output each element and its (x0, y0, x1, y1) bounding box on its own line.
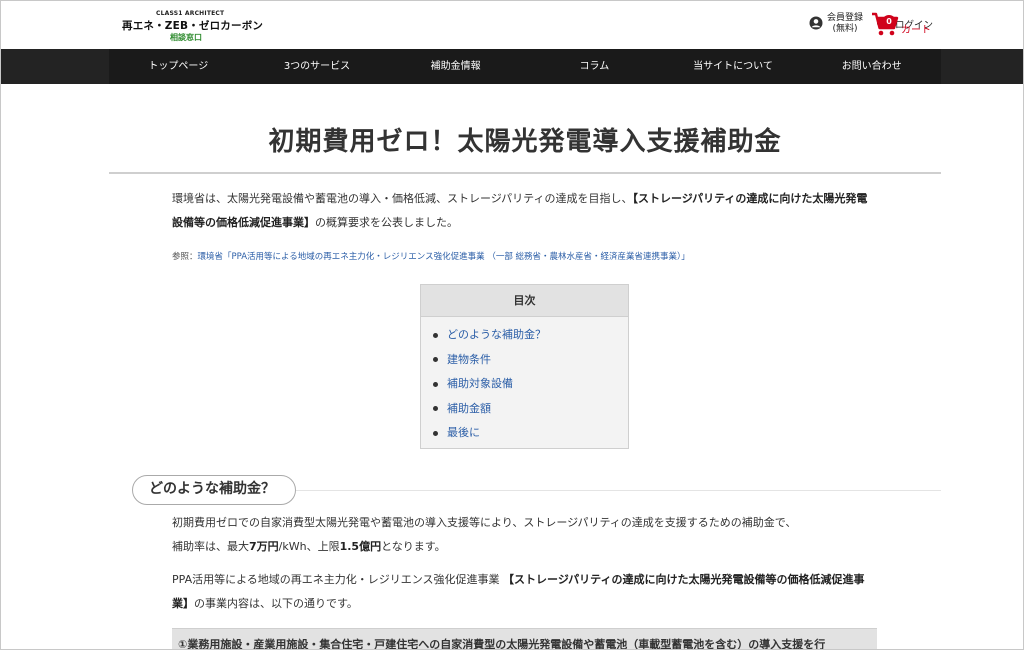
s1-p2-text: PPA活用等による地域の再エネ主力化・レジリエンス強化促進事業 (172, 573, 504, 586)
bullet-icon (433, 332, 438, 338)
nav-item-contact[interactable]: お問い合わせ (802, 49, 941, 84)
member-register-label: 会員登録 (826, 13, 863, 23)
nav-item-services[interactable]: 3つのサービス (248, 49, 387, 84)
s1-p1-line1: 初期費用ゼロでの自家消費型太陽光発電や蓄電池の導入支援等により、ストレージパリテ… (172, 516, 797, 529)
global-nav: トップページ 3つのサービス 補助金情報 コラム 当サイトについて お問い合わせ (1, 49, 1023, 84)
reference-link[interactable]: 環境省「PPA活用等による地域の再エネ主力化・レジリエンス強化促進事業 （一部 … (198, 252, 690, 262)
nav-item-column[interactable]: コラム (525, 49, 664, 84)
section-divider (296, 490, 941, 491)
logo-top-text: CLASS1 ARCHITECT (156, 10, 225, 17)
member-register-link[interactable]: 会員登録 (無料) (809, 13, 863, 35)
member-register-free: (無料) (832, 24, 858, 34)
title-divider (109, 172, 941, 174)
toc-item[interactable]: 補助対象設備 (433, 372, 628, 397)
section1-paragraph-2: PPA活用等による地域の再エネ主力化・レジリエンス強化促進事業 【ストレージパリ… (172, 568, 872, 616)
user-icon (809, 15, 823, 34)
section-heading: どのような補助金？ (132, 475, 296, 505)
site-header: CLASS1 ARCHITECT 再エネ・ZEB・ゼロカーボン 相談窓口 会員登… (1, 1, 1023, 49)
bullet-icon (433, 406, 438, 412)
reference-line: 参照：環境省「PPA活用等による地域の再エネ主力化・レジリエンス強化促進事業 （… (172, 250, 690, 262)
toc-item-label: どのような補助金？ (447, 328, 546, 341)
s1-p1-tail: となります。 (381, 540, 446, 553)
cart-count-badge: 0 (882, 15, 896, 29)
intro-paragraph: 環境省は、太陽光発電設備や蓄電池の導入・価格低減、ストレージパリティの達成を目指… (172, 187, 872, 235)
section1-paragraph-1: 初期費用ゼロでの自家消費型太陽光発電や蓄電池の導入支援等により、ストレージパリテ… (172, 511, 872, 559)
bullet-icon (433, 430, 438, 436)
s1-p1-mid: /kWh、上限 (278, 540, 340, 553)
reference-prefix: 参照： (172, 252, 198, 262)
nav-item-about[interactable]: 当サイトについて (664, 49, 803, 84)
s1-p2-tail: の事業内容は、以下の通りです。 (194, 597, 358, 610)
page-title: 初期費用ゼロ！太陽光発電導入支援補助金 (268, 127, 782, 157)
cart-link[interactable]: 0 カート (871, 11, 931, 41)
s1-p1-amount: 7万円 (249, 540, 279, 553)
table-of-contents: 目次 どのような補助金？ 建物条件 補助対象設備 補助金額 最後に (420, 284, 629, 449)
intro-text: 環境省は、太陽光発電設備や蓄電池の導入・価格低減、ストレージパリティの達成を目指… (172, 192, 633, 205)
nav-item-top[interactable]: トップページ (109, 49, 248, 84)
s1-p1-line2: 補助率は、最大 (172, 540, 249, 553)
cart-label: カート (901, 24, 931, 36)
content-box: ①業務用施設・産業用施設・集合住宅・戸建住宅への自家消費型の太陽光発電設備や蓄電… (172, 628, 877, 649)
toc-item-label: 最後に (447, 426, 480, 439)
bullet-icon (433, 381, 438, 387)
logo-sub-text: 相談窓口 (170, 33, 202, 42)
toc-item-label: 補助金額 (447, 401, 491, 415)
logo-main-text: 再エネ・ZEB・ゼロカーボン (122, 20, 264, 32)
bullet-icon (433, 357, 438, 363)
toc-item[interactable]: 補助金額 (433, 397, 628, 422)
nav-item-subsidy[interactable]: 補助金情報 (386, 49, 525, 84)
intro-tail: の概算要求を公表しました。 (315, 216, 458, 229)
s1-p1-cap: 1.5億円 (339, 540, 382, 553)
toc-title: 目次 (421, 285, 628, 317)
toc-item[interactable]: 建物条件 (433, 348, 628, 373)
toc-item-label: 補助対象設備 (447, 377, 513, 390)
toc-item-label: 建物条件 (447, 352, 491, 366)
page-frame: CLASS1 ARCHITECT 再エネ・ZEB・ゼロカーボン 相談窓口 会員登… (0, 0, 1024, 650)
toc-item[interactable]: どのような補助金？ (433, 323, 628, 348)
toc-item[interactable]: 最後に (433, 421, 628, 446)
site-logo[interactable]: CLASS1 ARCHITECT 再エネ・ZEB・ゼロカーボン 相談窓口 (122, 10, 264, 42)
